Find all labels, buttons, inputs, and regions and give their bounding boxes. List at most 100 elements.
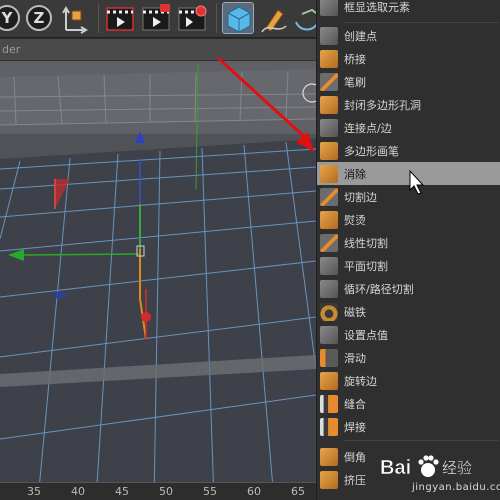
menu-item-plane-cut[interactable]: 平面切割 bbox=[317, 254, 500, 277]
mesh-tools-menu: 框显选取元素 创建点 桥接 笔刷 封闭多边形孔洞 连接点/边 多边形画笔 消除 … bbox=[316, 0, 500, 500]
menu-item-create-point[interactable]: 创建点 bbox=[317, 24, 500, 47]
paw-icon bbox=[418, 455, 439, 477]
menu-item-label: 倒角 bbox=[344, 450, 366, 464]
pen-icon bbox=[261, 9, 287, 33]
menu-item-line-cut[interactable]: 线性切割 bbox=[317, 231, 500, 254]
menu-item-label: 消除 bbox=[344, 167, 366, 181]
create-point-icon bbox=[320, 26, 338, 45]
timeline-ruler[interactable]: 35 40 45 50 55 60 65 bbox=[0, 482, 316, 500]
main-toolbar: Y Z bbox=[0, 0, 321, 38]
polygon-pen-icon bbox=[320, 141, 338, 160]
extrude-icon bbox=[320, 470, 338, 489]
ruler-tick-label: 40 bbox=[71, 485, 85, 498]
y-axis-lock-button[interactable]: Y bbox=[0, 5, 20, 31]
menu-item-label: 多边形画笔 bbox=[344, 144, 399, 158]
iron-icon bbox=[320, 210, 338, 229]
cube-primitive-button[interactable] bbox=[222, 2, 254, 34]
menu-item-label: 桥接 bbox=[344, 52, 366, 66]
toolbar-separator bbox=[216, 3, 217, 33]
menu-separator bbox=[343, 22, 499, 23]
menu-item-iron[interactable]: 熨烫 bbox=[317, 208, 500, 231]
edge-cut-icon bbox=[320, 187, 338, 206]
ruler-tick-label: 60 bbox=[247, 485, 261, 498]
brush-icon bbox=[320, 72, 338, 91]
menu-item-weld[interactable]: 焊接 bbox=[317, 415, 500, 438]
svg-text:经验: 经验 bbox=[442, 459, 472, 477]
menu-item-bridge[interactable]: 桥接 bbox=[317, 47, 500, 70]
ruler-tick-label: 55 bbox=[203, 485, 217, 498]
menu-item-label: 平面切割 bbox=[344, 259, 388, 273]
menu-separator bbox=[343, 440, 499, 441]
z-axis-icon: Z bbox=[33, 9, 45, 27]
menu-item-connect-points-edges[interactable]: 连接点/边 bbox=[317, 116, 500, 139]
menu-item-close-polygon-hole[interactable]: 封闭多边形孔洞 bbox=[317, 93, 500, 116]
menu-item-set-point-value[interactable]: 设置点值 bbox=[317, 323, 500, 346]
3d-viewport[interactable]: der 35 40 45 50 55 60 65 bbox=[0, 39, 316, 500]
menu-item-slide[interactable]: 滑动 bbox=[317, 346, 500, 369]
line-cut-icon bbox=[320, 233, 338, 252]
menu-item-frame-selected[interactable]: 框显选取元素 bbox=[317, 0, 500, 18]
coordinate-system-button[interactable] bbox=[58, 2, 90, 34]
dissolve-icon bbox=[320, 164, 338, 183]
loop-path-cut-icon bbox=[320, 279, 338, 298]
ruler-tick-label: 35 bbox=[27, 485, 41, 498]
menu-item-edge-cut[interactable]: 切割边 bbox=[317, 185, 500, 208]
set-point-value-icon bbox=[320, 325, 338, 344]
weld-icon bbox=[320, 417, 338, 436]
z-axis-lock-button[interactable]: Z bbox=[26, 5, 52, 31]
menu-item-label: 旋转边 bbox=[344, 374, 377, 388]
clapper-settings-icon bbox=[178, 5, 207, 31]
menu-item-label: 封闭多边形孔洞 bbox=[344, 98, 421, 112]
toolbar-separator bbox=[98, 3, 99, 33]
menu-item-stitch-and-sew[interactable]: 缝合 bbox=[317, 392, 500, 415]
menu-item-label: 切割边 bbox=[344, 190, 377, 204]
render-view-button[interactable] bbox=[104, 2, 136, 34]
menu-item-label: 循环/路径切割 bbox=[344, 282, 414, 296]
menu-item-spin-edge[interactable]: 旋转边 bbox=[317, 369, 500, 392]
svg-text:Bai: Bai bbox=[380, 457, 411, 479]
menu-item-label: 熨烫 bbox=[344, 213, 366, 227]
menu-item-loop-path-cut[interactable]: 循环/路径切割 bbox=[317, 277, 500, 300]
menu-item-label: 磁铁 bbox=[344, 305, 366, 319]
frame-selected-icon bbox=[320, 0, 338, 16]
y-axis-icon: Y bbox=[1, 9, 13, 27]
ruler-tick-label: 45 bbox=[115, 485, 129, 498]
world-coordinate-icon bbox=[62, 6, 88, 34]
menu-item-label: 创建点 bbox=[344, 29, 377, 43]
stitch-and-sew-icon bbox=[320, 394, 338, 413]
baidu-logo: Bai 经验 bbox=[380, 455, 472, 479]
menu-item-label: 焊接 bbox=[344, 420, 366, 434]
viewport-header-label: der bbox=[2, 43, 21, 56]
render-settings-button[interactable] bbox=[176, 2, 208, 34]
perspective-grid-scene[interactable] bbox=[0, 39, 316, 500]
plane-cut-icon bbox=[320, 256, 338, 275]
menu-item-label: 笔刷 bbox=[344, 75, 366, 89]
menu-item-polygon-pen[interactable]: 多边形画笔 bbox=[317, 139, 500, 162]
bridge-icon bbox=[320, 49, 338, 68]
ruler-tick-label: 50 bbox=[159, 485, 173, 498]
menu-item-label: 缝合 bbox=[344, 397, 366, 411]
menu-item-magnet[interactable]: 磁铁 bbox=[317, 300, 500, 323]
menu-item-label: 框显选取元素 bbox=[344, 0, 410, 14]
render-picture-viewer-button[interactable] bbox=[140, 2, 172, 34]
menu-item-label: 连接点/边 bbox=[344, 121, 392, 135]
connect-points-edges-icon bbox=[320, 118, 338, 137]
cube-icon bbox=[227, 6, 251, 33]
magnet-icon bbox=[320, 302, 338, 321]
pen-spline-button[interactable] bbox=[258, 2, 290, 34]
slide-icon bbox=[320, 348, 338, 367]
baidu-jingyan-watermark: Bai 经验 jingyan.baidu.com bbox=[378, 448, 500, 500]
clapper-render-icon bbox=[106, 7, 134, 31]
menu-item-dissolve[interactable]: 消除 bbox=[317, 162, 500, 185]
close-polygon-hole-icon bbox=[320, 95, 338, 114]
menu-item-label: 挤压 bbox=[344, 473, 366, 487]
ruler-tick-label: 65 bbox=[291, 485, 305, 498]
bevel-icon bbox=[320, 447, 338, 466]
menu-item-label: 线性切割 bbox=[344, 236, 388, 250]
menu-item-label: 设置点值 bbox=[344, 328, 388, 342]
watermark-subtext: jingyan.baidu.com bbox=[412, 482, 500, 493]
menu-item-label: 滑动 bbox=[344, 351, 366, 365]
spin-edge-icon bbox=[320, 371, 338, 390]
menu-item-brush[interactable]: 笔刷 bbox=[317, 70, 500, 93]
viewport-header: der bbox=[0, 39, 316, 61]
